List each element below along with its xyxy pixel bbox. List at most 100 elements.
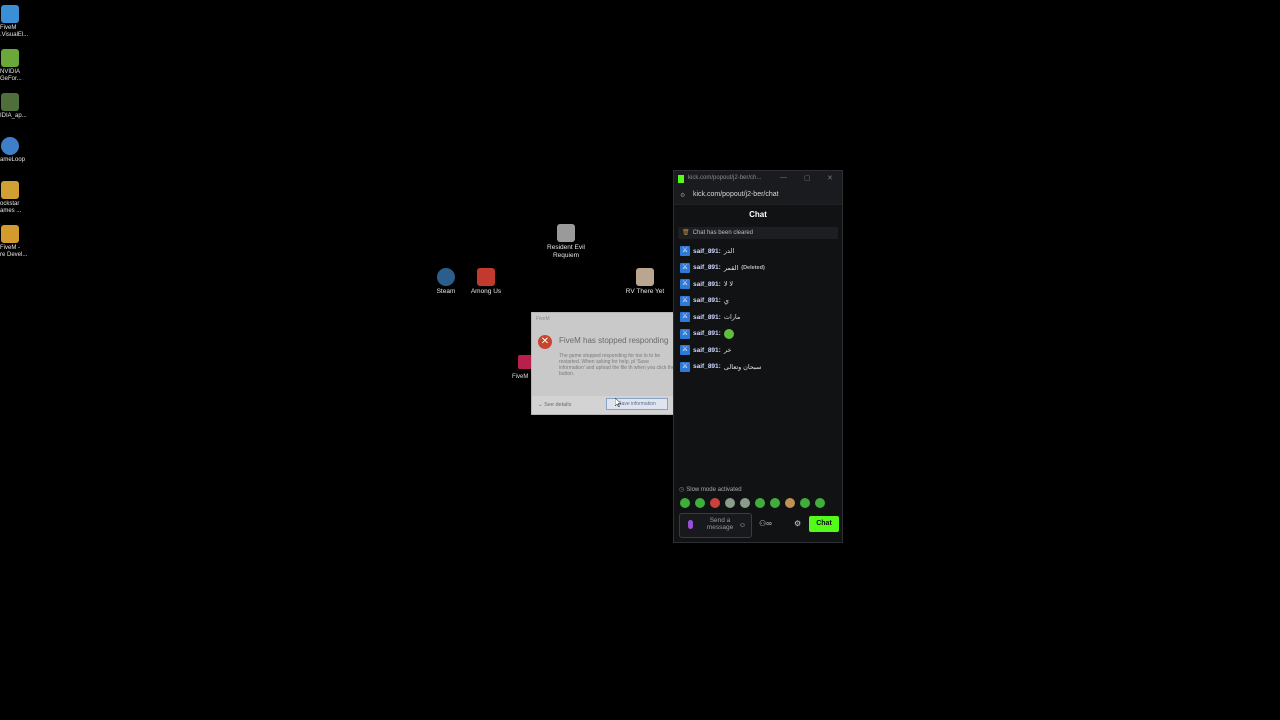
fivem-desktop-icon[interactable] — [518, 355, 532, 369]
chat-username[interactable]: saif_891: — [693, 347, 721, 354]
chat-username[interactable]: saif_891: — [693, 264, 721, 271]
chat-message-list: ⚔ saif_891: الدر ⚔ saif_891: القمر (Dele… — [674, 241, 842, 377]
emote-button[interactable] — [815, 498, 825, 508]
chat-cleared-text: Chat has been cleared — [692, 230, 753, 236]
chat-input-placeholder: Send a message — [706, 517, 734, 531]
moderator-badge-icon: ⚔ — [680, 246, 690, 257]
emote-button[interactable] — [785, 498, 795, 508]
mouse-cursor-icon — [615, 398, 621, 407]
nvidia-app-icon — [1, 93, 19, 111]
chat-message: ⚔ saif_891: القمر (Deleted) — [680, 260, 836, 277]
desktop-icon-fivem-dev[interactable]: FiveM - re Devel... — [0, 225, 40, 259]
rockstar-icon — [1, 181, 19, 199]
crash-heading: FiveM has stopped responding — [559, 336, 669, 345]
fivem-visual-icon — [1, 5, 19, 23]
infinity-icon[interactable]: ∞ — [766, 519, 772, 528]
chat-username[interactable]: saif_891: — [693, 248, 721, 255]
minimize-icon[interactable]: — — [780, 174, 787, 181]
desktop-icon-rv-there-yet[interactable]: RV There Yet — [617, 268, 673, 296]
send-chat-button[interactable]: Chat — [809, 516, 839, 532]
chat-text: القمر — [723, 264, 739, 272]
chat-text: مارات — [723, 314, 741, 322]
emote-button[interactable] — [695, 498, 705, 508]
chat-username[interactable]: saif_891: — [693, 297, 721, 304]
icon-label: Among Us — [470, 288, 502, 295]
emote-button[interactable] — [740, 498, 750, 508]
kick-logo-icon — [678, 175, 684, 183]
desktop-icon-among-us[interactable]: Among Us — [458, 268, 514, 296]
emote-button[interactable] — [770, 498, 780, 508]
chevron-down-icon: ⌄ — [538, 402, 543, 408]
icon-label: FiveM - re Devel... — [0, 245, 28, 258]
address-bar[interactable]: ⚙ kick.com/popout/j2-ber/chat — [674, 187, 842, 205]
error-icon: ✕ — [538, 335, 552, 349]
chat-text: لا لا — [723, 281, 734, 289]
moderator-badge-icon: ⚔ — [680, 345, 690, 356]
chat-username[interactable]: saif_891: — [693, 314, 721, 321]
chat-extra-icons: ⚇∞ — [759, 519, 772, 528]
see-details-label: See details — [544, 402, 572, 408]
resident-evil-icon — [557, 224, 575, 242]
chat-popout-window: kick.com/popout/j2-ber/ch... — ▢ ✕ ⚙ kic… — [673, 170, 843, 543]
chat-message-input[interactable]: Send a message ☺ — [679, 513, 752, 538]
emote-button[interactable] — [755, 498, 765, 508]
chat-username[interactable]: saif_891: — [693, 363, 721, 370]
slow-mode-notice: ◷ Slow mode activated — [679, 486, 742, 493]
site-settings-icon[interactable]: ⚙ — [680, 192, 685, 199]
chat-username[interactable]: saif_891: — [693, 281, 721, 288]
quick-emote-bar — [680, 498, 825, 508]
maximize-icon[interactable]: ▢ — [804, 174, 811, 182]
chat-header: Chat — [749, 210, 767, 219]
address-url[interactable]: kick.com/popout/j2-ber/chat — [693, 191, 779, 198]
chat-username[interactable]: saif_891: — [693, 330, 721, 337]
emote-button[interactable] — [680, 498, 690, 508]
emote-button[interactable] — [725, 498, 735, 508]
icon-label: ameLoop — [0, 157, 26, 163]
see-details-toggle[interactable]: ⌄ See details — [538, 402, 571, 408]
among-us-icon — [477, 268, 495, 286]
crash-body-text: The game stopped responding for too lo t… — [559, 353, 675, 377]
chat-cleared-notice: 🗑 Chat has been cleared — [678, 227, 838, 239]
moderator-badge-icon: ⚔ — [680, 295, 690, 306]
chat-input-row: Send a message ☺ ⚇∞ ⚙ Chat — [679, 513, 839, 538]
chat-message: ⚔ saif_891: لا لا — [680, 276, 836, 293]
moderator-badge-icon: ⚔ — [680, 312, 690, 323]
window-title: kick.com/popout/j2-ber/ch... — [688, 175, 762, 181]
chat-message: ⚔ saif_891: — [680, 326, 836, 343]
chat-text: الدر — [723, 248, 735, 256]
mic-icon[interactable] — [688, 520, 693, 529]
steam-icon — [437, 268, 455, 286]
trash-icon: 🗑 — [682, 230, 690, 236]
chat-text: ي — [723, 297, 729, 305]
emoji-picker-icon[interactable]: ☺ — [739, 522, 746, 529]
desktop-icon-nvidia-app[interactable]: IDIA_ap... — [0, 93, 40, 120]
moderator-badge-icon: ⚔ — [680, 262, 690, 273]
chat-message: ⚔ saif_891: مارات — [680, 309, 836, 326]
deleted-tag: (Deleted) — [741, 264, 765, 271]
desktop-icon-resident-evil[interactable]: Resident Evil Requiem — [538, 224, 594, 260]
desktop-icon-rockstar[interactable]: ockstar ames ... — [0, 181, 40, 215]
icon-label: ockstar ames ... — [0, 201, 22, 214]
crash-dialog-title: FiveM — [536, 316, 550, 322]
clock-icon: ◷ — [679, 487, 685, 493]
crash-footer: ⌄ See details Save information — [532, 396, 675, 414]
moderator-badge-icon: ⚔ — [680, 328, 690, 339]
chat-message: ⚔ saif_891: خر — [680, 342, 836, 359]
desktop-icon-gameloop[interactable]: ameLoop — [0, 137, 40, 164]
close-icon[interactable]: ✕ — [827, 174, 833, 182]
icon-label: IDIA_ap... — [0, 113, 27, 119]
emote-button[interactable] — [710, 498, 720, 508]
desktop-icon-fivem-visual[interactable]: FiveM .VisualEl... — [0, 5, 40, 39]
window-titlebar: kick.com/popout/j2-ber/ch... — ▢ ✕ — [674, 171, 842, 187]
gameloop-icon — [1, 137, 19, 155]
chat-message: ⚔ saif_891: الدر — [680, 243, 836, 260]
icon-label: Resident Evil Requiem — [547, 244, 585, 259]
nvidia-icon — [1, 49, 19, 67]
emote-button[interactable] — [800, 498, 810, 508]
chat-settings-icon[interactable]: ⚙ — [794, 519, 801, 528]
fivem-desktop-label: FiveM — [512, 374, 529, 380]
moderator-badge-icon: ⚔ — [680, 361, 690, 372]
rv-there-yet-icon — [636, 268, 654, 286]
icon-label: FiveM .VisualEl... — [0, 25, 29, 38]
desktop-icon-nvidia-geforce[interactable]: NVIDIA GeFor... — [0, 49, 40, 83]
